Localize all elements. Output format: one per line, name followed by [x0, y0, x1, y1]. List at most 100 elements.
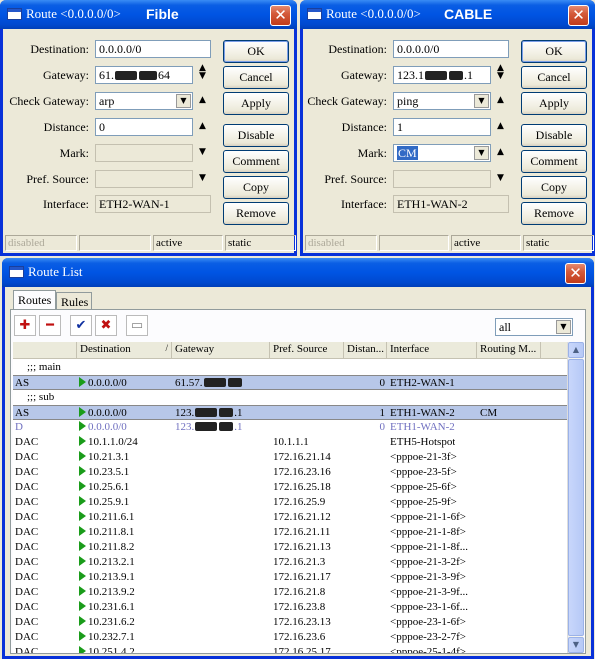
gateway-updown-icon[interactable]: ▲ ▼ [497, 64, 504, 81]
table-row[interactable]: DAC 10.1.1.0/24 10.1.1.1 ETH5-Hotspot [13, 435, 567, 450]
ok-button[interactable]: OK [521, 40, 587, 63]
column-header-pref-source[interactable]: Pref. Source [270, 342, 344, 359]
column-header-routing-mark[interactable]: Routing M... [477, 342, 541, 359]
disable-button[interactable]: Disable [223, 124, 289, 147]
collapse-up-icon[interactable]: ▲ [199, 95, 206, 105]
cancel-button[interactable]: Cancel [521, 66, 587, 89]
table-row[interactable]: DAC 10.213.2.1 172.16.21.3 <pppoe-21-3-2f> [13, 555, 567, 570]
table-row[interactable]: AS 0.0.0.0/0 61.57. 0 ETH2-WAN-1 [13, 375, 567, 390]
interface-field[interactable]: ETH1-WAN-2 [393, 195, 509, 213]
table-cell-dst: 10.21.3.1 [79, 451, 129, 463]
table-row[interactable]: DAC 10.23.5.1 172.16.23.16 <pppoe-23-5f> [13, 465, 567, 480]
chevron-down-icon[interactable]: ▼ [474, 94, 489, 108]
mark-select[interactable]: CM ▼ [393, 144, 491, 162]
column-header-destination[interactable]: Destination / [77, 342, 172, 359]
scroll-up-icon[interactable]: ▲ [568, 342, 584, 358]
status-disabled: disabled [305, 235, 377, 251]
table-row[interactable]: DAC 10.213.9.2 172.16.21.8 <pppoe-21-3-9f..… [13, 585, 567, 600]
table-row[interactable]: DAC 10.211.8.2 172.16.21.13 <pppoe-21-1-8f.… [13, 540, 567, 555]
chevron-down-icon[interactable]: ▼ [474, 146, 489, 160]
comment-icon[interactable]: ▭ [126, 315, 148, 336]
gateway-field[interactable]: 123.1 .1 [393, 66, 491, 84]
destination-field[interactable]: 0.0.0.0/0 [393, 40, 509, 58]
comment-button[interactable]: Comment [521, 150, 587, 173]
collapse-up-icon[interactable]: ▲ [199, 121, 206, 131]
remove-button[interactable]: Remove [223, 202, 289, 225]
table-row[interactable]: DAC 10.211.6.1 172.16.21.12 <pppoe-21-1-6f> [13, 510, 567, 525]
table-cell-flag: DAC [15, 466, 39, 478]
column-header-distance[interactable]: Distan... [344, 342, 387, 359]
table-cell-dst: 10.213.2.1 [79, 556, 135, 568]
vertical-scrollbar[interactable]: ▲ ▼ [567, 342, 584, 653]
check-gateway-select[interactable]: ping ▼ [393, 92, 491, 110]
pref-source-field[interactable] [95, 170, 193, 188]
gateway-field[interactable]: 61. 64 [95, 66, 193, 84]
expand-down-icon[interactable]: ▼ [199, 147, 206, 157]
add-icon[interactable]: ✚ [14, 315, 36, 336]
dialog-titlebar[interactable]: Route <0.0.0.0/0> CABLE ✕ [300, 0, 595, 29]
gateway-updown-icon[interactable]: ▲ ▼ [199, 64, 206, 81]
destination-text: 10.25.6.1 [88, 481, 130, 493]
distance-field[interactable]: 0 [95, 118, 193, 136]
table-cell-src: 172.16.21.11 [273, 526, 331, 538]
filter-select[interactable]: all ▼ [495, 318, 573, 336]
table-row[interactable]: DAC 10.231.6.2 172.16.23.13 <pppoe-23-1-6f> [13, 615, 567, 630]
expand-down-icon[interactable]: ▼ [497, 173, 504, 183]
disable-button[interactable]: Disable [521, 124, 587, 147]
table-row[interactable]: DAC 10.232.7.1 172.16.23.6 <pppoe-23-2-7f> [13, 630, 567, 645]
destination-text: 10.211.8.2 [88, 541, 135, 553]
table-row[interactable]: DAC 10.231.6.1 172.16.23.8 <pppoe-23-1-6f..… [13, 600, 567, 615]
scroll-down-icon[interactable]: ▼ [568, 637, 584, 653]
copy-button[interactable]: Copy [521, 176, 587, 199]
table-row[interactable]: DAC 10.25.6.1 172.16.25.18 <pppoe-25-6f> [13, 480, 567, 495]
table-row[interactable]: DAC 10.211.8.1 172.16.21.11 <pppoe-21-1-8f> [13, 525, 567, 540]
table-row[interactable]: DAC 10.25.9.1 172.16.25.9 <pppoe-25-9f> [13, 495, 567, 510]
distance-field[interactable]: 1 [393, 118, 491, 136]
column-header-flags[interactable] [13, 342, 77, 359]
collapse-up-icon[interactable]: ▲ [497, 121, 504, 131]
disable-icon[interactable]: ✖ [95, 315, 117, 336]
table-row[interactable]: DAC 10.21.3.1 172.16.21.14 <pppoe-21-3f> [13, 450, 567, 465]
dialog-titlebar[interactable]: Route <0.0.0.0/0> Fible ✕ [0, 0, 297, 29]
table-row[interactable]: DAC 10.213.9.1 172.16.21.17 <pppoe-21-3-9f> [13, 570, 567, 585]
expand-down-icon[interactable]: ▼ [199, 173, 206, 183]
column-header-gateway[interactable]: Gateway [172, 342, 270, 359]
pref-source-field[interactable] [393, 170, 491, 188]
tab-rules[interactable]: Rules [56, 292, 92, 310]
table-row[interactable]: AS 0.0.0.0/0 123. .1 1 ETH1-WAN-2 CM [13, 405, 567, 420]
interface-label: Interface: [43, 197, 89, 211]
route-list-titlebar[interactable]: Route List ✕ [2, 258, 594, 287]
enable-icon[interactable]: ✔ [70, 315, 92, 336]
apply-button[interactable]: Apply [223, 92, 289, 115]
table-cell-dst: 10.211.8.2 [79, 541, 134, 553]
redaction [219, 408, 234, 417]
destination-field[interactable]: 0.0.0.0/0 [95, 40, 211, 58]
close-icon[interactable]: ✕ [568, 5, 589, 26]
close-icon[interactable]: ✕ [270, 5, 291, 26]
comment-row: ;;; sub [13, 390, 567, 405]
cancel-button[interactable]: Cancel [223, 66, 289, 89]
remove-button[interactable]: Remove [521, 202, 587, 225]
copy-button[interactable]: Copy [223, 176, 289, 199]
comment-button[interactable]: Comment [223, 150, 289, 173]
route-active-icon [79, 586, 86, 596]
redaction [449, 71, 463, 80]
tab-routes[interactable]: Routes [13, 290, 56, 310]
collapse-up-icon[interactable]: ▲ [497, 147, 504, 157]
chevron-down-icon[interactable]: ▼ [176, 94, 191, 108]
apply-button[interactable]: Apply [521, 92, 587, 115]
mark-field[interactable] [95, 144, 193, 162]
table-row[interactable]: DAC 10.251.4.2 172.16.25.17 <pppoe-25-1-4f> [13, 645, 567, 653]
column-header-interface[interactable]: Interface [387, 342, 477, 359]
ok-button[interactable]: OK [223, 40, 289, 63]
chevron-down-icon[interactable]: ▼ [556, 320, 571, 334]
close-icon[interactable]: ✕ [565, 263, 586, 284]
collapse-up-icon[interactable]: ▲ [497, 95, 504, 105]
scroll-thumb[interactable] [568, 359, 584, 636]
interface-field[interactable]: ETH2-WAN-1 [95, 195, 211, 213]
destination-text: 10.213.9.2 [88, 586, 135, 598]
table-cell-mark: CM [480, 407, 498, 419]
remove-icon[interactable]: ━ [39, 315, 61, 336]
check-gateway-select[interactable]: arp ▼ [95, 92, 193, 110]
table-row[interactable]: D 0.0.0.0/0 123. .1 0 ETH1-WAN-2 [13, 420, 567, 435]
